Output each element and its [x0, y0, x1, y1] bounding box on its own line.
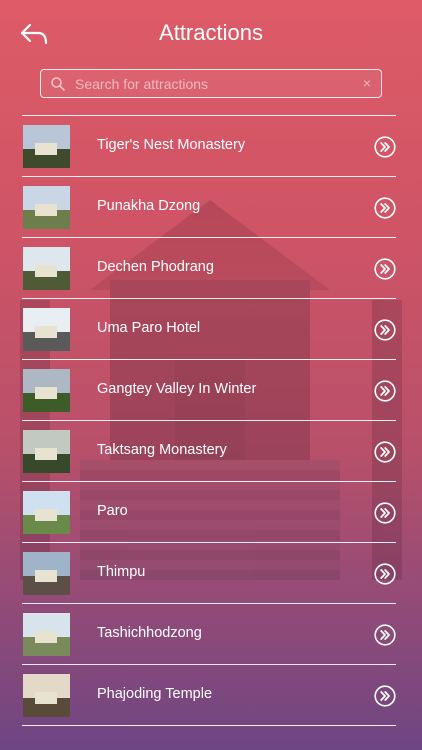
- attraction-thumbnail: [23, 613, 70, 656]
- attraction-thumbnail: [23, 186, 70, 229]
- attraction-name: Tiger's Nest Monastery: [97, 137, 246, 153]
- list-item[interactable]: Thimpu: [0, 543, 422, 603]
- attraction-thumbnail: [23, 552, 70, 595]
- list-item[interactable]: Uma Paro Hotel: [0, 299, 422, 359]
- header: Attractions: [0, 0, 422, 66]
- search-icon: [51, 77, 65, 91]
- chevron-right-circle-icon[interactable]: [374, 441, 396, 463]
- chevron-right-circle-icon[interactable]: [374, 624, 396, 646]
- search-bar: ×: [40, 69, 382, 98]
- list-item[interactable]: Tiger's Nest Monastery: [0, 116, 422, 176]
- list-item[interactable]: Gangtey Valley In Winter: [0, 360, 422, 420]
- attraction-name: Punakha Dzong: [97, 198, 201, 214]
- chevron-right-circle-icon[interactable]: [374, 258, 396, 280]
- attraction-name: Thimpu: [97, 564, 146, 580]
- chevron-right-circle-icon[interactable]: [374, 197, 396, 219]
- chevron-right-circle-icon[interactable]: [374, 685, 396, 707]
- list-item[interactable]: Punakha Dzong: [0, 177, 422, 237]
- chevron-right-circle-icon[interactable]: [374, 563, 396, 585]
- clear-icon[interactable]: ×: [363, 75, 371, 91]
- attraction-thumbnail: [23, 125, 70, 168]
- list-item[interactable]: Taktsang Monastery: [0, 421, 422, 481]
- list-item[interactable]: Tashichhodzong: [0, 604, 422, 664]
- list-item[interactable]: Dechen Phodrang: [0, 238, 422, 298]
- attraction-name: Uma Paro Hotel: [97, 320, 201, 336]
- attractions-list: Tiger's Nest Monastery Punakha Dzong Deche…: [0, 115, 422, 726]
- attraction-name: Phajoding Temple: [97, 686, 213, 702]
- attraction-name: Taktsang Monastery: [97, 442, 227, 458]
- attraction-thumbnail: [23, 430, 70, 473]
- attraction-thumbnail: [23, 674, 70, 717]
- attraction-name: Gangtey Valley In Winter: [97, 381, 257, 397]
- list-item[interactable]: Phajoding Temple: [0, 665, 422, 725]
- attraction-name: Tashichhodzong: [97, 625, 202, 641]
- page-title: Attractions: [159, 20, 263, 45]
- attraction-thumbnail: [23, 247, 70, 290]
- attraction-name: Paro: [97, 503, 128, 519]
- attraction-thumbnail: [23, 369, 70, 412]
- attraction-name: Dechen Phodrang: [97, 259, 214, 275]
- list-item[interactable]: Paro: [0, 482, 422, 542]
- divider: [22, 725, 396, 726]
- chevron-right-circle-icon[interactable]: [374, 502, 396, 524]
- attraction-thumbnail: [23, 308, 70, 351]
- search-input[interactable]: [75, 73, 355, 95]
- attraction-thumbnail: [23, 491, 70, 534]
- chevron-right-circle-icon[interactable]: [374, 319, 396, 341]
- chevron-right-circle-icon[interactable]: [374, 380, 396, 402]
- chevron-right-circle-icon[interactable]: [374, 136, 396, 158]
